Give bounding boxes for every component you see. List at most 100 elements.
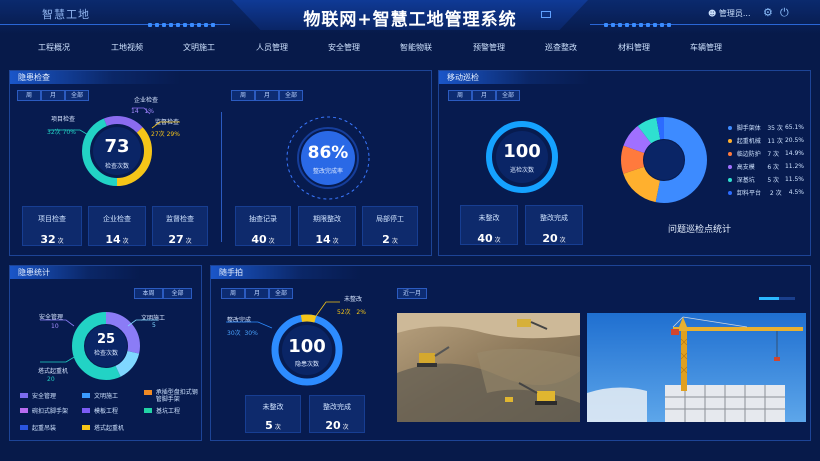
power-icon[interactable]: ⏻ (780, 6, 789, 20)
stat-label: 抽查记录 (249, 215, 277, 223)
nav-item-site-video[interactable]: 工地视频 (111, 42, 143, 53)
stat-value: 5次 (265, 419, 281, 432)
photo-carousel-indicator[interactable] (759, 297, 795, 300)
legend-swatch (728, 151, 732, 156)
legend-item: 模板工程 (82, 406, 144, 415)
pie-center (644, 140, 684, 180)
hazard-stats-tabs: 本周 全部 (134, 288, 192, 299)
tower-crane-photo-image (587, 313, 806, 422)
page-title: 物联网+智慧工地管理系统 (303, 10, 517, 30)
legend-swatch (144, 408, 152, 413)
tab-month[interactable]: 月 (472, 90, 496, 101)
hazard-check-divider (221, 112, 222, 242)
brand-label: 智慧工地 (42, 8, 90, 21)
legend-swatch (20, 425, 28, 430)
legend-item: 塔式起重机 (82, 423, 144, 432)
legend-swatch (20, 408, 28, 413)
tab-this-week[interactable]: 本周 (134, 288, 163, 299)
stat-value: 2次 (382, 233, 398, 246)
stat-label: 监督检查 (166, 215, 194, 223)
snapshot-title: 随手拍 (211, 266, 361, 279)
stat-not-rectified: 未整改 40 次 (460, 205, 518, 245)
nav-item-warning[interactable]: 预警管理 (473, 42, 505, 53)
stat-label: 整改完成 (540, 214, 568, 222)
site-photo-tower-crane[interactable] (587, 313, 806, 422)
stat-supervision-check: 监督检查 27 次 (152, 206, 208, 246)
site-photo-excavation[interactable] (397, 313, 580, 422)
patrol-point-legend: 脚手架体 35 次 65.1% 起重机械 11 次 20.5% 临边防护 7 次 14.9%… (728, 121, 804, 199)
legend-swatch (728, 125, 732, 130)
stat-value: 32 次 (40, 233, 64, 246)
stat-value: 27 次 (168, 233, 192, 246)
legend-item: 承插型盘扣式钢管脚手架 (144, 389, 198, 403)
mobile-patrol-total: 100 (503, 141, 541, 162)
snapshot-leader-lines (226, 301, 340, 329)
legend-item: 起重机械 11 次 20.5% (728, 134, 804, 147)
hazard-check-leader-lines (48, 107, 180, 137)
legend-item: 起重吊装 (20, 423, 82, 432)
tab-all[interactable]: 全部 (163, 288, 192, 299)
nav-item-vehicles[interactable]: 车辆管理 (690, 42, 722, 53)
user-icon: ☻ (708, 9, 717, 18)
legend-row: 安全管理 文明施工 承插型盘扣式钢管脚手架 (20, 389, 198, 403)
legend-swatch (20, 393, 28, 398)
tab-week[interactable]: 周 (448, 90, 472, 101)
tab-month[interactable]: 月 (255, 90, 279, 101)
tab-week[interactable]: 周 (17, 90, 41, 101)
tab-last-month[interactable]: 近一月 (397, 288, 427, 299)
nav-item-safety[interactable]: 安全管理 (328, 42, 360, 53)
snapshot-total: 100 (288, 336, 326, 357)
stat-label: 未整改 (478, 214, 500, 222)
nav-item-personnel[interactable]: 人员管理 (256, 42, 288, 53)
stat-label: 期限整改 (313, 215, 341, 223)
gear-icon[interactable]: ⚙ (763, 6, 773, 19)
stat-snapshot-rectified: 整改完成 20 次 (309, 395, 365, 433)
patrol-point-pie (621, 117, 707, 203)
stat-label: 整改完成 (323, 403, 351, 411)
stat-rectified: 整改完成 20 次 (525, 205, 583, 245)
legend-item: 临边防护 7 次 14.9% (728, 147, 804, 160)
legend-swatch (728, 177, 732, 182)
nav-item-iot[interactable]: 智能物联 (400, 42, 432, 53)
legend-item: 高支模 6 次 11.2% (728, 160, 804, 173)
indicator-active (759, 297, 779, 300)
hazard-check-total-label: 检查次数 (104, 163, 129, 170)
mobile-patrol-title: 移动巡检 (439, 71, 589, 84)
rect-rate-label: 整改完成率 (312, 168, 343, 175)
snapshot-total-label: 隐患次数 (294, 361, 319, 368)
legend-item: 安全管理 (20, 389, 82, 402)
stat-value: 14 次 (315, 233, 339, 246)
nav-item-patrol[interactable]: 巡查整改 (545, 42, 577, 53)
stat-value: 20 次 (325, 419, 349, 432)
tab-all[interactable]: 全部 (279, 90, 303, 101)
legend-swatch (144, 390, 152, 395)
legend-item: 碗扣式脚手架 (20, 406, 82, 415)
rect-rate-tabs: 周 月 全部 (231, 90, 303, 101)
mobile-patrol-tabs: 周 月 全部 (448, 90, 520, 101)
stat-partial-stop: 局部停工 2次 (362, 206, 418, 246)
stat-value: 14 次 (105, 233, 129, 246)
legend-swatch (728, 190, 732, 195)
stat-label: 企业检查 (103, 215, 131, 223)
user-menu[interactable]: ☻ 管理员... (708, 8, 751, 19)
user-name: 管理员... (718, 9, 751, 18)
tab-all[interactable]: 全部 (496, 90, 520, 101)
legend-swatch (82, 408, 90, 413)
nav-item-project-overview[interactable]: 工程概况 (38, 42, 70, 53)
legend-row: 碗扣式脚手架 模板工程 基坑工程 (20, 402, 198, 419)
stat-snapshot-unrectified: 未整改 5次 (245, 395, 301, 433)
main-nav: 工程概况 工地视频 文明施工 人员管理 安全管理 智能物联 预警管理 巡查整改 … (0, 42, 820, 56)
message-icon[interactable] (541, 11, 551, 18)
patrol-point-title: 问题巡检点统计 (668, 225, 732, 235)
stat-value: 40 次 (251, 233, 275, 246)
stat-deadline-rectify: 期限整改 14 次 (298, 206, 356, 246)
legend-item: 深基坑 5 次 11.5% (728, 173, 804, 186)
stat-label: 项目检查 (38, 215, 66, 223)
mobile-patrol-total-label: 巡检次数 (509, 167, 534, 174)
legend-item: 卸料平台 2 次 4.5% (728, 186, 804, 199)
nav-item-civilized-construction[interactable]: 文明施工 (183, 42, 215, 53)
nav-item-materials[interactable]: 材料管理 (618, 42, 650, 53)
hazard-stats-leader-lines (40, 319, 158, 363)
legend-row: 起重吊装 塔式起重机 (20, 419, 198, 436)
tab-week[interactable]: 周 (231, 90, 255, 101)
